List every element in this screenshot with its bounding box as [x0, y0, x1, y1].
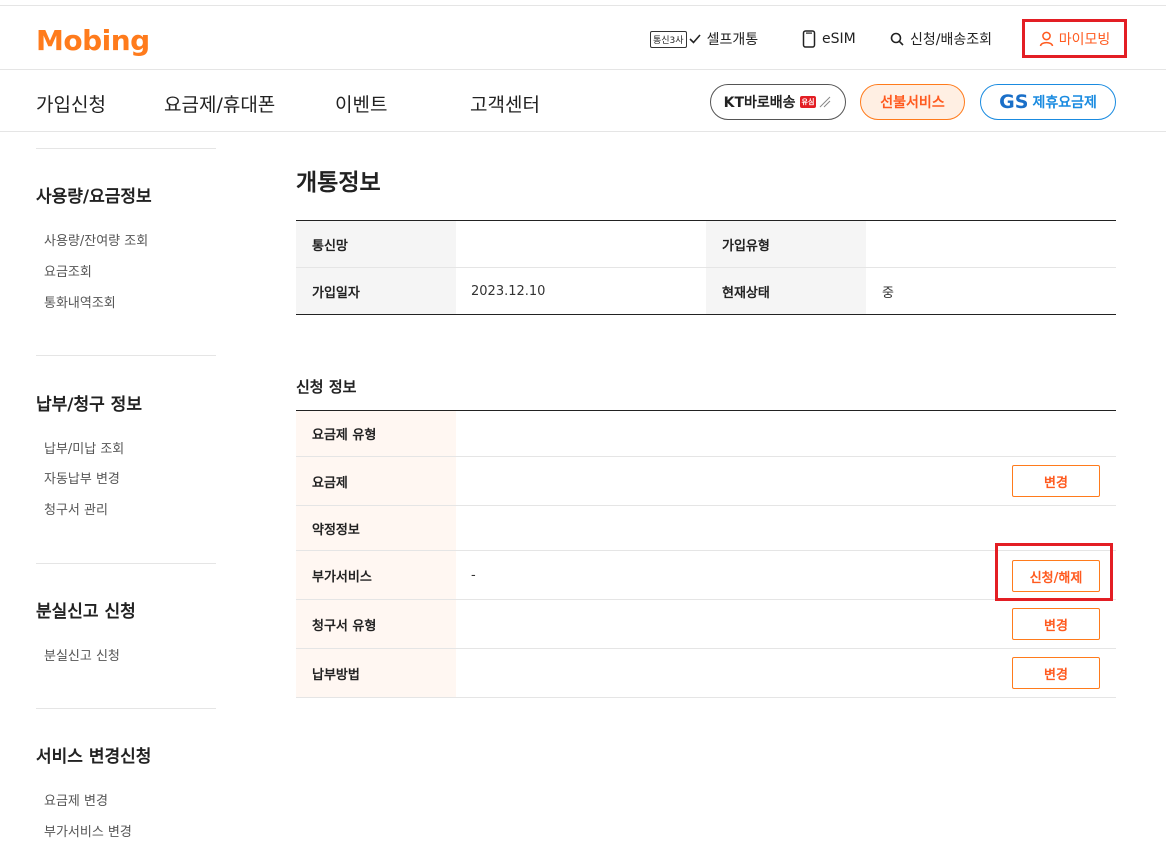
main-nav: 가입신청 요금제/휴대폰 이벤트 고객센터 KT바로배송 유심 선불서비스 GS… — [0, 71, 1166, 132]
bill-type-label: 청구서 유형 — [296, 600, 456, 648]
nav-plans-phones[interactable]: 요금제/휴대폰 — [164, 90, 275, 117]
self-open-link[interactable]: 통신3사 셀프개통 — [650, 22, 758, 56]
sidebar-item-plan-change[interactable]: 요금제 변경 — [44, 790, 108, 809]
payment-method-label: 납부방법 — [296, 649, 456, 697]
table-row: 청구서 유형 변경 — [296, 600, 1116, 649]
carrier-badge: 통신3사 — [650, 30, 687, 48]
sidebar-item-autopay-change[interactable]: 자동납부 변경 — [44, 468, 120, 487]
search-icon — [890, 32, 904, 46]
prepaid-label: 선불서비스 — [880, 95, 945, 111]
apply-info-table: 요금제 유형 요금제 변경 약정정보 부가서비스 - 신청/해제 청구서 유형 … — [296, 410, 1116, 698]
esim-link[interactable]: eSIM — [802, 22, 856, 56]
sidebar-item-bill-manage[interactable]: 청구서 관리 — [44, 499, 108, 518]
sidebar-divider — [36, 563, 216, 564]
user-icon — [1039, 31, 1054, 47]
join-type-label: 가입유형 — [706, 221, 866, 267]
header: Mobing 통신3사 셀프개통 eSIM 신청/배송조회 마이모빙 — [0, 6, 1166, 70]
usim-card-icon — [818, 95, 832, 109]
sidebar-item-payment-inquiry[interactable]: 납부/미납 조회 — [44, 438, 124, 457]
sidebar-divider — [36, 708, 216, 709]
table-row: 요금제 변경 — [296, 457, 1116, 506]
sidebar-title-loss: 분실신고 신청 — [36, 602, 136, 622]
table-row: 요금제 유형 — [296, 411, 1116, 457]
my-mobing-button[interactable]: 마이모빙 — [1022, 19, 1127, 58]
network-label: 통신망 — [296, 221, 456, 267]
payment-method-change-button[interactable]: 변경 — [1012, 657, 1100, 689]
nav-events[interactable]: 이벤트 — [335, 90, 387, 117]
logo-text: Mobing — [36, 24, 150, 57]
sidebar-item-call-history[interactable]: 통화내역조회 — [44, 292, 116, 311]
esim-label: eSIM — [822, 31, 856, 47]
open-info-table: 통신망 가입유형 가입일자 2023.12.10 현재상태 중 — [296, 220, 1116, 315]
carrier-check-icon: 통신3사 — [650, 30, 701, 48]
self-open-label: 셀프개통 — [706, 32, 759, 48]
plan-type-label: 요금제 유형 — [296, 411, 456, 456]
sidebar-item-loss-report[interactable]: 분실신고 신청 — [44, 645, 120, 664]
apply-info-title: 신청 정보 — [296, 378, 357, 396]
my-mobing-label: 마이모빙 — [1058, 31, 1111, 48]
gs-logo: GS — [999, 91, 1029, 113]
sidebar-item-usage-remaining[interactable]: 사용량/잔여량 조회 — [44, 230, 148, 249]
sidebar-divider — [36, 148, 216, 149]
join-date-value: 2023.12.10 — [471, 283, 546, 299]
contract-label: 약정정보 — [296, 506, 456, 550]
sidebar-item-bill-inquiry[interactable]: 요금조회 — [44, 261, 92, 280]
table-row: 약정정보 — [296, 506, 1116, 551]
plan-change-button[interactable]: 변경 — [1012, 465, 1100, 497]
gs-plan-label: 제휴요금제 — [1032, 95, 1097, 111]
nav-customer-center[interactable]: 고객센터 — [470, 90, 540, 117]
apply-delivery-link[interactable]: 신청/배송조회 — [890, 22, 992, 56]
kt-delivery-label: KT바로배송 — [723, 95, 796, 111]
highlight-box — [995, 543, 1113, 601]
table-row: 부가서비스 - 신청/해제 — [296, 551, 1116, 600]
sidebar-item-addon-change[interactable]: 부가서비스 변경 — [44, 821, 132, 840]
join-date-label: 가입일자 — [296, 268, 456, 314]
mobing-logo[interactable]: Mobing — [36, 24, 150, 57]
table-row: 통신망 가입유형 — [296, 221, 1116, 268]
phone-icon — [802, 30, 816, 48]
table-row: 가입일자 2023.12.10 현재상태 중 — [296, 268, 1116, 314]
usim-tag: 유심 — [799, 96, 817, 108]
sidebar-title-service-change: 서비스 변경신청 — [36, 747, 152, 767]
addon-service-label: 부가서비스 — [296, 551, 456, 599]
bill-type-change-button[interactable]: 변경 — [1012, 608, 1100, 640]
sidebar-title-usage: 사용량/요금정보 — [36, 187, 152, 207]
status-value: 중 — [882, 285, 894, 301]
sidebar-divider — [36, 355, 216, 356]
table-row: 납부방법 변경 — [296, 649, 1116, 698]
plan-label: 요금제 — [296, 457, 456, 505]
prepaid-service-button[interactable]: 선불서비스 — [860, 84, 965, 120]
sidebar-title-payment: 납부/청구 정보 — [36, 395, 142, 415]
page-title: 개통정보 — [296, 170, 381, 196]
apply-delivery-label: 신청/배송조회 — [910, 32, 992, 48]
kt-delivery-button[interactable]: KT바로배송 유심 — [710, 84, 846, 120]
status-label: 현재상태 — [706, 268, 866, 314]
nav-join[interactable]: 가입신청 — [36, 90, 106, 117]
gs-partner-plan-button[interactable]: GS 제휴요금제 — [980, 84, 1116, 120]
addon-service-value: - — [471, 567, 476, 583]
